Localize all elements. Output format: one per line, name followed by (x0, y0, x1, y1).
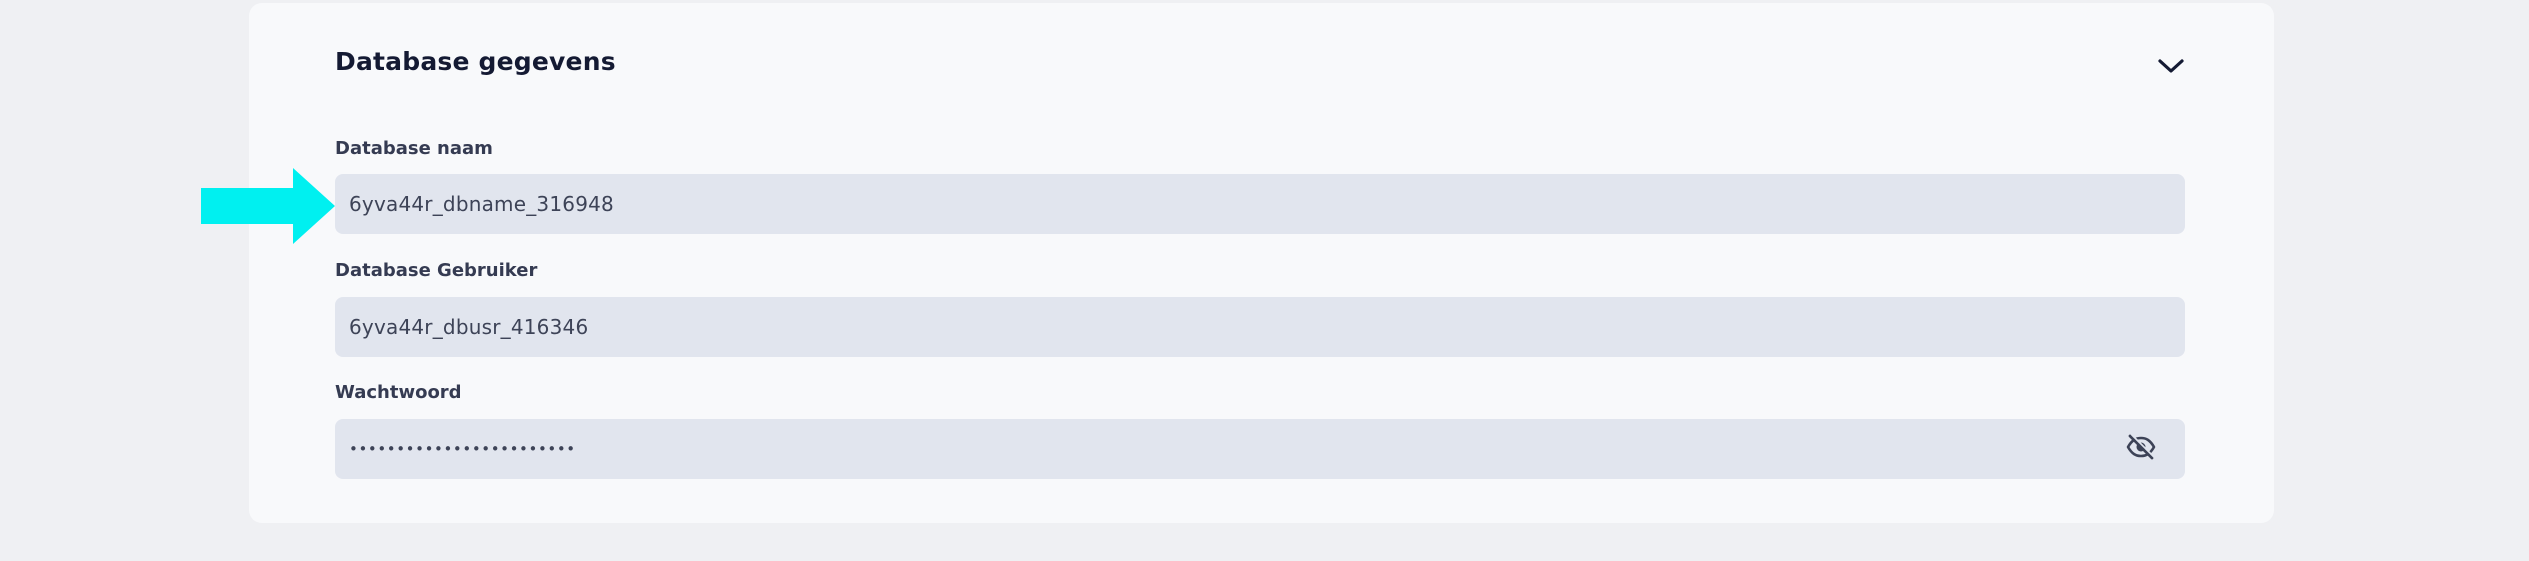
password-value: •••••••••••••••••••••••• (349, 440, 576, 458)
database-user-label: Database Gebruiker (335, 260, 538, 281)
database-details-card: Database gegevens Database naam 6yva44r_… (249, 3, 2274, 523)
toggle-password-visibility-button[interactable] (2125, 434, 2157, 464)
collapse-toggle-button[interactable] (2154, 53, 2188, 83)
database-user-value: 6yva44r_dbusr_416346 (349, 315, 589, 339)
chevron-down-icon (2156, 56, 2186, 80)
database-name-value: 6yva44r_dbname_316948 (349, 192, 614, 216)
eye-off-icon (2126, 434, 2156, 464)
database-name-label: Database naam (335, 138, 493, 159)
password-field[interactable]: •••••••••••••••••••••••• (335, 419, 2185, 479)
database-name-field[interactable]: 6yva44r_dbname_316948 (335, 174, 2185, 234)
card-title: Database gegevens (335, 47, 616, 76)
database-user-field[interactable]: 6yva44r_dbusr_416346 (335, 297, 2185, 357)
arrow-right-icon (201, 168, 335, 244)
password-label: Wachtwoord (335, 382, 462, 403)
